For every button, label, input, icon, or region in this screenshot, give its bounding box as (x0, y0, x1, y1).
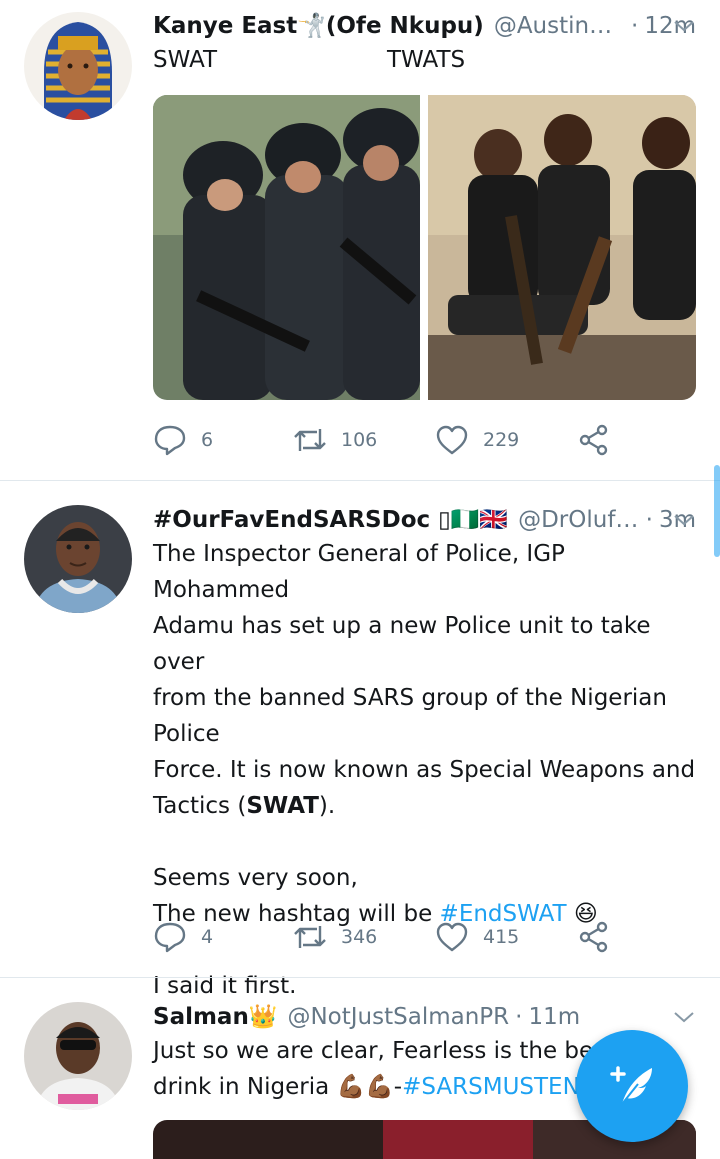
handle[interactable]: @AustinAna... (494, 10, 625, 42)
text-fragment: drink in Nigeria 💪🏾💪🏾- (153, 1074, 403, 1100)
like-icon (436, 922, 468, 952)
separator-dot: · (631, 13, 639, 39)
caption-right: TWATS (387, 47, 466, 73)
like-button[interactable]: 415 (435, 917, 519, 957)
compose-tweet-button[interactable] (576, 1030, 688, 1142)
reply-button[interactable]: 6 (153, 420, 213, 460)
tweet-actions: 4 346 415 (153, 917, 623, 957)
tweet-header: #OurFavEndSARSDoc ▯🇳🇬🇬🇧 @DrOlufun... · 3… (153, 504, 696, 536)
text-line: The Inspector General of Police, IGP Moh… (153, 541, 565, 603)
like-button[interactable]: 229 (435, 420, 519, 460)
display-name[interactable]: Salman👑 (153, 1001, 277, 1033)
retweet-button[interactable]: 346 (293, 917, 377, 957)
reply-count: 4 (201, 926, 214, 948)
tweet-image-swat[interactable] (153, 95, 420, 400)
share-icon (579, 921, 608, 953)
timestamp: 11m (528, 1004, 581, 1030)
display-name[interactable]: Kanye East🤺(Ofe Nkupu) (153, 10, 484, 42)
text-line: from the banned SARS group of the Nigeri… (153, 685, 667, 747)
avatar[interactable] (24, 1002, 132, 1110)
handle[interactable]: @NotJustSalmanPR (287, 1001, 509, 1033)
text-fragment: ). (318, 793, 336, 819)
text-line: Force. It is now known as Special Weapon… (153, 757, 696, 783)
reply-button[interactable]: 4 (153, 917, 213, 957)
tweet-actions: 6 106 229 (153, 420, 623, 460)
text-fragment: Tactics ( (153, 793, 247, 819)
caption-left: SWAT (153, 47, 218, 73)
retweet-button[interactable]: 106 (293, 420, 377, 460)
tweet-header: Salman👑 @NotJustSalmanPR · 11m (153, 1001, 696, 1033)
like-count: 229 (483, 429, 520, 451)
handle[interactable]: @DrOlufun... (518, 504, 640, 536)
retweet-icon (294, 926, 326, 948)
share-icon (579, 424, 608, 456)
tweet-text: SWAT TWATS (153, 42, 696, 78)
text-line: Seems very soon, (153, 865, 358, 891)
retweet-count: 346 (341, 926, 378, 948)
avatar[interactable] (24, 12, 132, 120)
avatar[interactable] (24, 505, 132, 613)
share-button[interactable] (577, 420, 611, 460)
retweet-count: 106 (341, 429, 378, 451)
chevron-down-icon[interactable] (672, 14, 696, 38)
like-icon (436, 425, 468, 455)
separator-dot: · (645, 507, 653, 533)
reply-count: 6 (201, 429, 214, 451)
chevron-down-icon[interactable] (672, 1005, 696, 1029)
tweet-1[interactable]: Kanye East🤺(Ofe Nkupu) @AustinAna... · 1… (0, 0, 720, 480)
retweet-icon (294, 429, 326, 451)
bold-keyword: SWAT (246, 793, 319, 819)
text-line: Tactics (SWAT). (153, 788, 696, 824)
like-count: 415 (483, 926, 520, 948)
share-button[interactable] (577, 917, 611, 957)
text-line: Adamu has set up a new Police unit to ta… (153, 613, 651, 675)
scrollbar[interactable] (714, 465, 720, 557)
chevron-down-icon[interactable] (672, 508, 696, 532)
reply-icon (154, 425, 186, 456)
tweet-header: Kanye East🤺(Ofe Nkupu) @AustinAna... · 1… (153, 10, 696, 42)
tweet-image-twats[interactable] (428, 95, 696, 400)
display-name[interactable]: #OurFavEndSARSDoc ▯🇳🇬🇬🇧 (153, 504, 508, 536)
tweet-2[interactable]: #OurFavEndSARSDoc ▯🇳🇬🇬🇧 @DrOlufun... · 3… (0, 481, 720, 999)
compose-tweet-icon (610, 1066, 652, 1105)
reply-icon (154, 922, 186, 953)
separator-dot: · (515, 1004, 523, 1030)
